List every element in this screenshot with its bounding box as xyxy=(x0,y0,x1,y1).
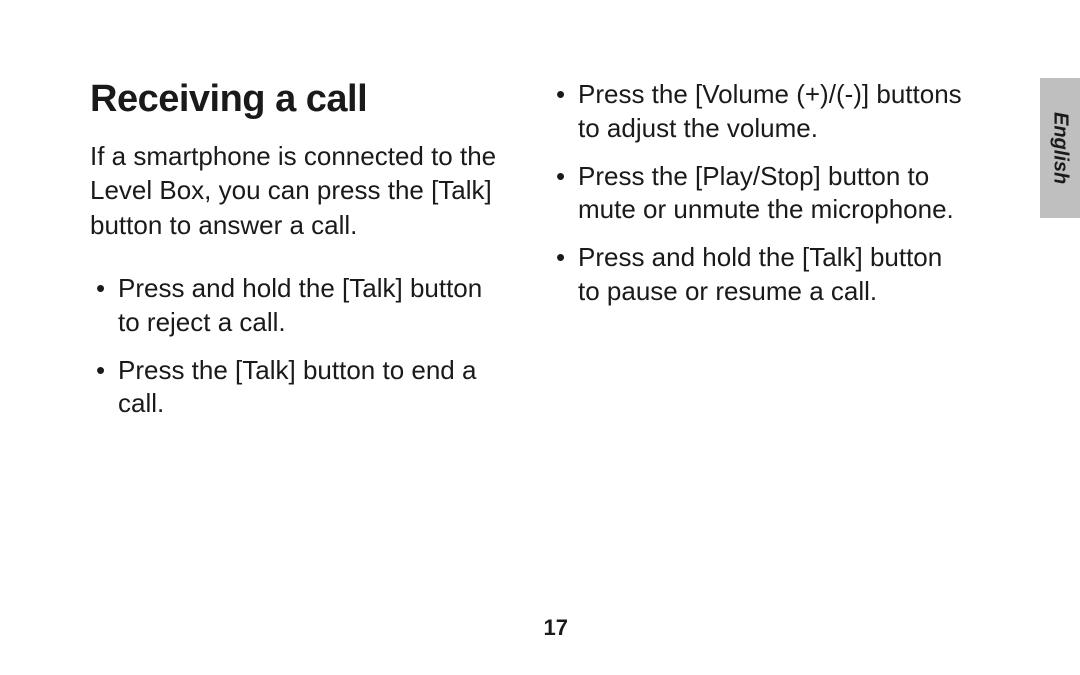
left-bullet-list: Press and hold the [Talk] button to reje… xyxy=(90,272,510,421)
list-item: Press and hold the [Talk] button to paus… xyxy=(550,241,970,309)
list-item: Press the [Play/Stop] button to mute or … xyxy=(550,160,970,228)
language-label: English xyxy=(1049,112,1072,184)
section-heading: Receiving a call xyxy=(90,78,510,121)
right-bullet-list: Press the [Volume (+)/(-)] buttons to ad… xyxy=(550,78,970,309)
language-tab: English xyxy=(1040,78,1080,218)
list-item: Press the [Talk] button to end a call. xyxy=(90,354,510,422)
intro-paragraph: If a smartphone is connected to the Leve… xyxy=(90,139,510,242)
manual-page: English Receiving a call If a smartphone… xyxy=(0,0,1080,675)
left-column: Receiving a call If a smartphone is conn… xyxy=(90,78,510,435)
list-item: Press the [Volume (+)/(-)] buttons to ad… xyxy=(550,78,970,146)
list-item: Press and hold the [Talk] button to reje… xyxy=(90,272,510,340)
content-columns: Receiving a call If a smartphone is conn… xyxy=(90,78,990,435)
page-number: 17 xyxy=(544,615,568,641)
right-column: Press the [Volume (+)/(-)] buttons to ad… xyxy=(550,78,970,435)
